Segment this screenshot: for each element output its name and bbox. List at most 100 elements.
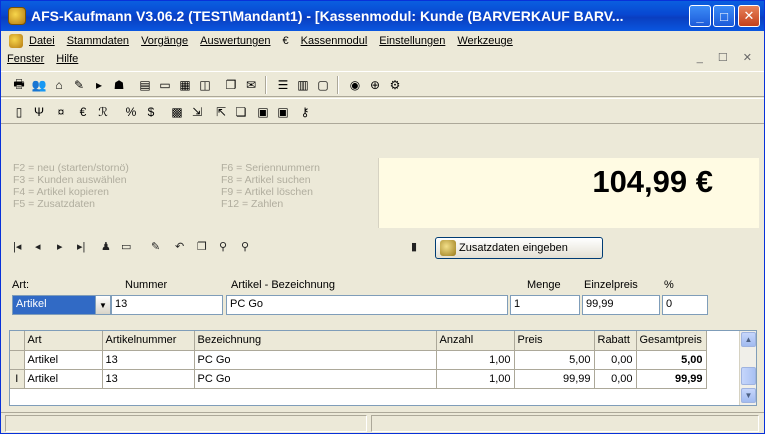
- undo-icon[interactable]: ↶: [175, 240, 184, 253]
- menge-input[interactable]: 1: [510, 295, 580, 315]
- delete-record-icon[interactable]: ♟: [101, 240, 111, 253]
- document-icon[interactable]: ▭: [157, 77, 173, 93]
- euro-tool-icon[interactable]: €: [75, 104, 91, 120]
- close-button[interactable]: ✕: [738, 5, 760, 27]
- title-bar[interactable]: AFS-Kaufmann V3.06.2 (TEST\Mandant1) - […: [1, 1, 764, 31]
- truck-icon[interactable]: ▸: [91, 77, 107, 93]
- menu-kassenmodul[interactable]: Kassenmodul: [295, 35, 374, 47]
- menu-vorgaenge[interactable]: Vorgänge: [135, 35, 194, 47]
- table-icon[interactable]: ▥: [295, 77, 311, 93]
- notes-icon[interactable]: ✉: [243, 77, 259, 93]
- col-gesamtpreis[interactable]: Gesamtpreis: [636, 331, 707, 351]
- col-rabatt[interactable]: Rabatt: [594, 331, 637, 351]
- scroll-thumb[interactable]: [741, 367, 756, 385]
- percent-tool-icon[interactable]: ℛ: [95, 104, 111, 120]
- next-record-icon[interactable]: ▸: [57, 240, 63, 253]
- red-doc-icon[interactable]: ▣: [255, 104, 271, 120]
- shortcut-f12: F12 = Zahlen: [221, 198, 284, 210]
- export-icon[interactable]: ⇲: [189, 104, 205, 120]
- find-next-icon[interactable]: ⚲: [241, 240, 249, 253]
- table-row[interactable]: I Artikel 13 PC Go 1,00 99,99 0,00 99,99: [10, 369, 707, 389]
- app-icon[interactable]: [8, 7, 26, 25]
- cell-rabatt[interactable]: 0,00: [594, 350, 637, 370]
- binoculars-icon[interactable]: ⚲: [219, 240, 227, 253]
- list-icon[interactable]: ☰: [275, 77, 291, 93]
- prev-record-icon[interactable]: ◂: [35, 240, 41, 253]
- home-icon[interactable]: ⌂: [51, 77, 67, 93]
- row-marker[interactable]: [10, 350, 25, 370]
- globe-icon[interactable]: ◉: [347, 77, 363, 93]
- doc-icon[interactable]: [9, 34, 23, 48]
- grid-scrollbar[interactable]: ▲ ▼: [739, 331, 756, 405]
- pages-icon[interactable]: ❏: [233, 104, 249, 120]
- money-icon[interactable]: ¤: [53, 104, 69, 120]
- settings-icon[interactable]: ⚙: [387, 77, 403, 93]
- cell-bezeichnung[interactable]: PC Go: [194, 369, 437, 389]
- dollar-icon[interactable]: $: [143, 104, 159, 120]
- tag-icon[interactable]: ✎: [71, 77, 87, 93]
- first-record-icon[interactable]: |◂: [13, 240, 21, 253]
- cell-gesamtpreis[interactable]: 5,00: [636, 350, 707, 370]
- menu-werkzeuge[interactable]: Werkzeuge: [451, 35, 518, 47]
- calendar-icon[interactable]: ▦: [177, 77, 193, 93]
- maximize-button[interactable]: □: [713, 5, 735, 27]
- cell-art[interactable]: Artikel: [24, 350, 103, 370]
- col-bezeichnung[interactable]: Bezeichnung: [194, 331, 437, 351]
- import-icon[interactable]: ⇱: [213, 104, 229, 120]
- scroll-up-icon[interactable]: ▲: [741, 332, 756, 347]
- col-preis[interactable]: Preis: [514, 331, 595, 351]
- menu-einstellungen[interactable]: Einstellungen: [373, 35, 451, 47]
- cell-preis[interactable]: 5,00: [514, 350, 595, 370]
- cart-icon[interactable]: ☗: [111, 77, 127, 93]
- invoice-icon[interactable]: ▤: [137, 77, 153, 93]
- window-icon[interactable]: ▢: [315, 77, 331, 93]
- bezeichnung-input[interactable]: PC Go: [226, 295, 508, 315]
- menu-fenster[interactable]: Fenster: [1, 53, 50, 65]
- zusatzdaten-button[interactable]: Zusatzdaten eingeben: [435, 237, 603, 259]
- fork-icon[interactable]: Ψ: [31, 104, 47, 120]
- cell-bezeichnung[interactable]: PC Go: [194, 350, 437, 370]
- prozent-input[interactable]: 0: [662, 295, 708, 315]
- cell-gesamtpreis[interactable]: 99,99: [636, 369, 707, 389]
- minimize-button[interactable]: _: [689, 5, 711, 27]
- new-record-icon[interactable]: ▭: [121, 240, 131, 253]
- printer-icon[interactable]: 🖶: [11, 77, 27, 93]
- key-icon[interactable]: ⚷: [297, 104, 313, 120]
- menu-auswertungen[interactable]: Auswertungen: [194, 35, 276, 47]
- copy-record-icon[interactable]: ❐: [197, 240, 207, 253]
- cell-artikelnummer[interactable]: 13: [102, 369, 195, 389]
- doc-small-icon[interactable]: ▯: [11, 104, 27, 120]
- table-row[interactable]: Artikel 13 PC Go 1,00 5,00 0,00 5,00: [10, 350, 707, 370]
- edit-record-icon[interactable]: ✎: [151, 240, 160, 253]
- col-anzahl[interactable]: Anzahl: [436, 331, 515, 351]
- mdi-window-controls[interactable]: _ ☐ ✕: [697, 51, 758, 64]
- copy-icon[interactable]: ❐: [223, 77, 239, 93]
- art-select[interactable]: Artikel: [12, 295, 96, 315]
- cell-preis[interactable]: 99,99: [514, 369, 595, 389]
- cell-rabatt[interactable]: 0,00: [594, 369, 637, 389]
- folder-icon[interactable]: ◫: [197, 77, 213, 93]
- einzelpreis-input[interactable]: 99,99: [582, 295, 660, 315]
- menu-hilfe[interactable]: Hilfe: [50, 53, 84, 65]
- cell-anzahl[interactable]: 1,00: [436, 350, 515, 370]
- col-art[interactable]: Art: [24, 331, 103, 351]
- search-icon[interactable]: ⊕: [367, 77, 383, 93]
- menu-stammdaten[interactable]: Stammdaten: [61, 35, 135, 47]
- chevron-down-icon[interactable]: ▼: [95, 295, 111, 315]
- nummer-input[interactable]: 13: [111, 295, 223, 315]
- calculator-icon[interactable]: ▩: [169, 104, 185, 120]
- percent-icon[interactable]: %: [123, 104, 139, 120]
- shortcut-f9: F9 = Artikel löschen: [221, 186, 313, 198]
- positions-grid[interactable]: Art Artikelnummer Bezeichnung Anzahl Pre…: [9, 330, 757, 406]
- cell-art[interactable]: Artikel: [24, 369, 103, 389]
- cell-artikelnummer[interactable]: 13: [102, 350, 195, 370]
- menu-datei[interactable]: Datei: [23, 35, 61, 47]
- cash-icon[interactable]: ▮: [411, 240, 417, 253]
- red-doc2-icon[interactable]: ▣: [275, 104, 291, 120]
- scroll-down-icon[interactable]: ▼: [741, 388, 756, 403]
- row-marker[interactable]: I: [10, 369, 25, 389]
- cell-anzahl[interactable]: 1,00: [436, 369, 515, 389]
- last-record-icon[interactable]: ▸|: [77, 240, 85, 253]
- users-icon[interactable]: 👥: [31, 77, 47, 93]
- col-artikelnummer[interactable]: Artikelnummer: [102, 331, 195, 351]
